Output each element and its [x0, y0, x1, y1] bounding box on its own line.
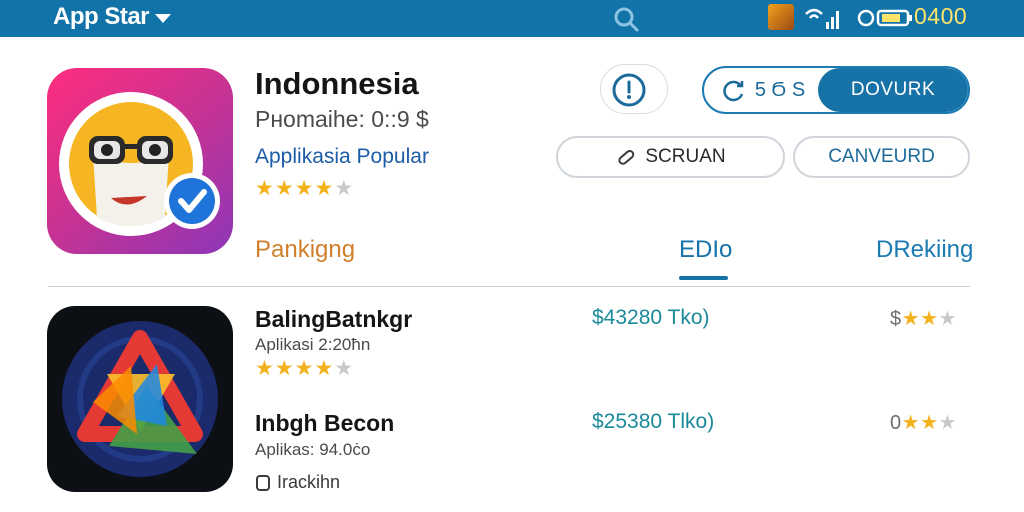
featured-app-subtitle: Pнomaihe: 0::9 $: [255, 106, 429, 132]
star-icon: ★: [255, 177, 275, 200]
app-icon: [256, 474, 270, 491]
notification-image-icon: [768, 4, 794, 30]
list-item-title[interactable]: BalingBatnkgr: [255, 306, 412, 333]
divider: [48, 286, 970, 287]
wifi-signal-icon: [805, 8, 839, 29]
star-icon: ★: [255, 357, 275, 380]
star-icon: ★: [901, 412, 921, 434]
featured-app-rating: ★★★★★: [255, 176, 354, 201]
battery-icon: [857, 9, 912, 27]
update-count: 5 Ϭ S: [754, 78, 806, 101]
track-link[interactable]: Irackihn: [255, 472, 340, 493]
store-brand-title: App Star: [53, 3, 150, 30]
list-item-title[interactable]: Inbgh Becon: [255, 410, 394, 437]
star-icon: ★: [334, 357, 355, 380]
star-icon: ★: [274, 357, 295, 380]
list-item-subtitle: Aplikasi 2:20ħn: [255, 335, 371, 354]
top-bar: App Star 0400: [0, 0, 1024, 37]
star-icon: ★: [938, 308, 957, 330]
featured-app-category[interactable]: Applikasia Popular: [255, 145, 429, 169]
info-clock-icon: [612, 73, 646, 107]
update-count-button[interactable]: 5 Ϭ S: [704, 68, 822, 112]
list-item-price-rating: $★★★: [890, 306, 957, 331]
star-icon: ★: [334, 177, 355, 200]
search-icon[interactable]: [612, 5, 640, 33]
star-icon: ★: [920, 412, 939, 434]
update-download-segment: 5 Ϭ S DOVURK: [702, 66, 970, 114]
info-button[interactable]: [600, 64, 668, 114]
chevron-down-icon: [155, 13, 172, 23]
track-link-label: Irackihn: [277, 472, 341, 492]
rating-prefix: 0: [890, 412, 902, 434]
featured-app-icon[interactable]: [47, 68, 233, 254]
list-item-price[interactable]: $25380 Tlko): [592, 410, 714, 434]
refresh-icon: [723, 80, 744, 102]
colorful-triangles-icon: [62, 321, 218, 477]
list-item-price-rating: 0★★★: [890, 410, 957, 435]
list-item-price[interactable]: $43280 Tko): [592, 306, 710, 330]
star-icon: ★: [274, 177, 295, 200]
featured-app-title: Indonnesia: [255, 66, 419, 101]
list-item-subtitle: Aplikas: 94.0ċo: [255, 440, 371, 459]
star-icon: ★: [294, 357, 315, 380]
search-button[interactable]: SCRUAN: [556, 136, 785, 178]
search-button-label: SCRUAN: [645, 146, 726, 167]
tab-edit[interactable]: EDIo: [679, 236, 732, 264]
download-button[interactable]: DOVURK: [818, 68, 968, 112]
tab-ranking[interactable]: Pankigng: [255, 236, 355, 264]
active-tab-indicator: [679, 276, 728, 280]
tab-tracking[interactable]: DRekiing: [876, 236, 973, 264]
store-brand-menu[interactable]: App Star: [53, 3, 172, 31]
star-icon: ★: [920, 308, 939, 330]
star-icon: ★: [938, 412, 957, 434]
list-item-app-icon[interactable]: [47, 306, 233, 492]
star-icon: ★: [901, 308, 921, 330]
status-clock: 0400: [914, 3, 968, 29]
emoji-glasses-verified-icon: [59, 92, 220, 236]
star-icon: ★: [314, 177, 335, 200]
star-icon: ★: [294, 177, 315, 200]
link-icon: [618, 149, 635, 165]
rating-prefix: $: [890, 308, 902, 330]
list-item-rating: ★★★★★: [255, 356, 354, 381]
star-icon: ★: [314, 357, 335, 380]
cancel-button[interactable]: CANVEURD: [793, 136, 970, 178]
